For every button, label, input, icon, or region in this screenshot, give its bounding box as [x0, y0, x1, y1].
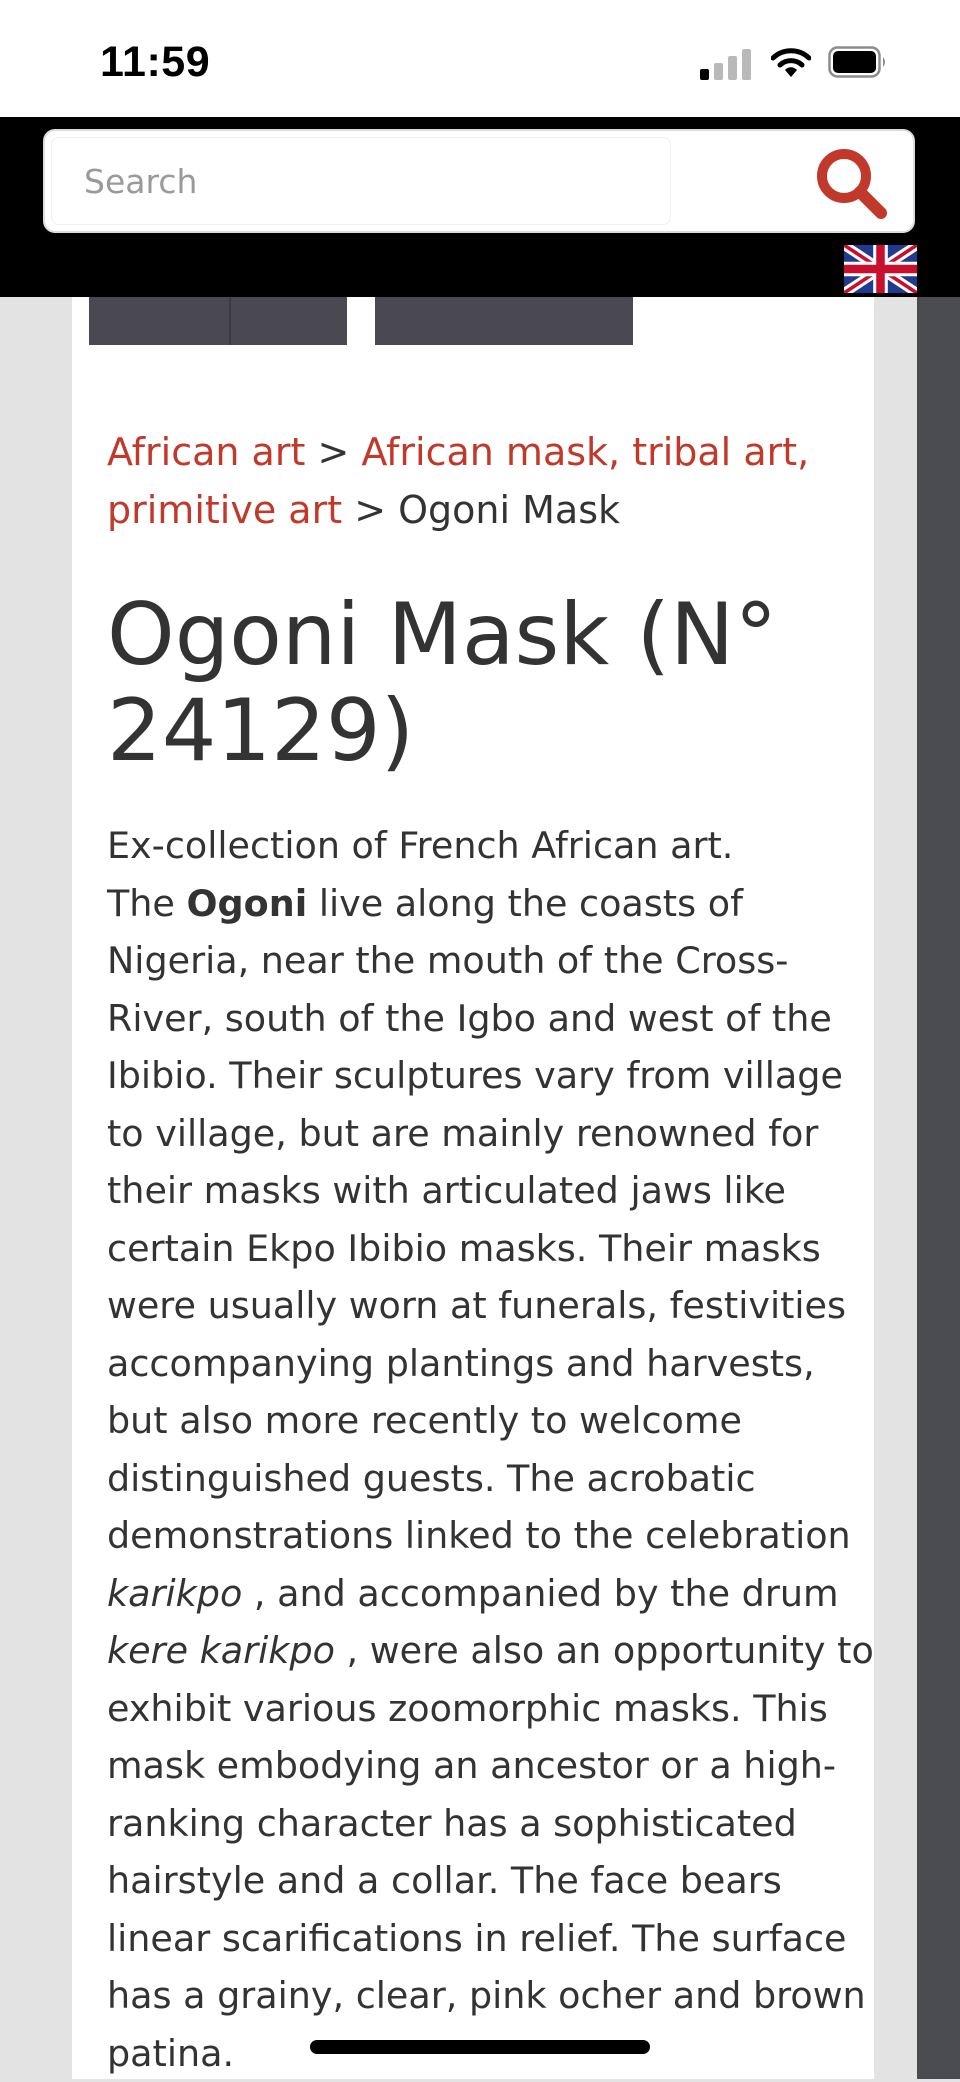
- status-time: 11:59: [100, 38, 210, 87]
- main-content: African art > African mask, tribal art, …: [72, 297, 874, 2079]
- battery-icon: [828, 46, 888, 78]
- breadcrumb: African art > African mask, tribal art, …: [107, 423, 847, 539]
- celebration-name: karikpo: [107, 1572, 242, 1615]
- site-header: [0, 117, 960, 297]
- product-thumbnail[interactable]: [89, 297, 347, 345]
- page-title: Ogoni Mask (N° 24129): [107, 587, 847, 779]
- status-bar: 11:59: [0, 0, 960, 117]
- breadcrumb-separator: >: [354, 488, 386, 532]
- search-input[interactable]: [51, 137, 671, 225]
- uk-flag-icon[interactable]: [844, 245, 917, 293]
- wifi-icon: [771, 46, 811, 80]
- home-indicator[interactable]: [310, 2040, 650, 2054]
- description-paragraph: The Ogoni live along the coasts of Niger…: [107, 875, 877, 2082]
- search-bar: [43, 129, 915, 233]
- search-icon[interactable]: [813, 145, 889, 221]
- breadcrumb-link-african-art[interactable]: African art: [107, 430, 305, 474]
- ethnic-group-name: Ogoni: [187, 882, 308, 925]
- breadcrumb-current: Ogoni Mask: [398, 488, 620, 532]
- cellular-signal-icon: [700, 48, 752, 80]
- product-thumbnail[interactable]: [375, 297, 633, 345]
- page-sidebar-edge: [917, 297, 960, 2079]
- product-description: Ex-collection of French African art. The…: [107, 817, 877, 2082]
- drum-name: kere karikpo: [107, 1629, 335, 1672]
- description-line: Ex-collection of French African art.: [107, 817, 877, 875]
- breadcrumb-separator: >: [317, 430, 349, 474]
